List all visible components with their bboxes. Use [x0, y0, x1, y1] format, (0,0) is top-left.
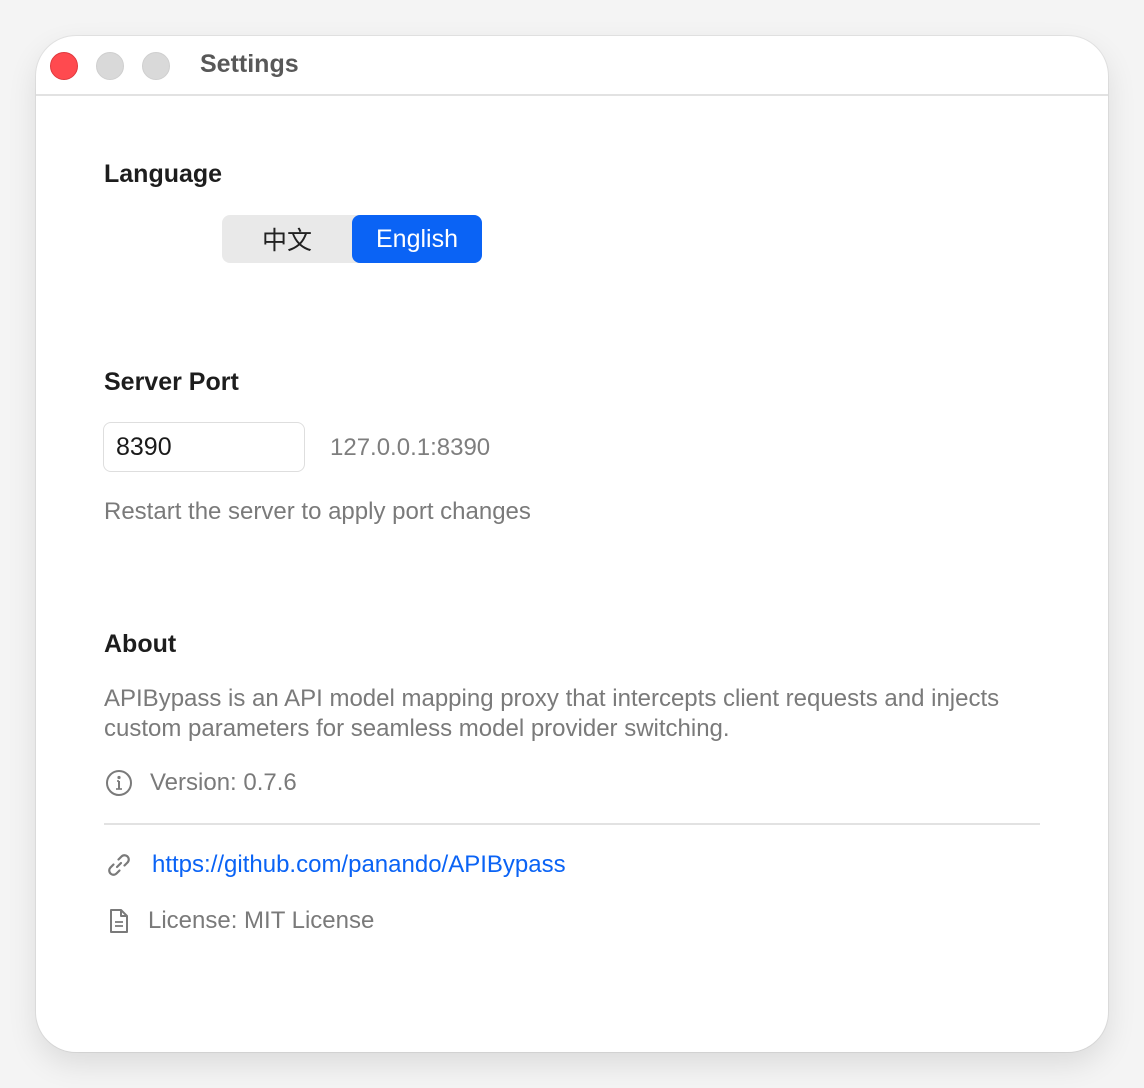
- github-link-row[interactable]: https://github.com/panando/APIBypass: [104, 850, 566, 880]
- version-text: Version: 0.7.6: [150, 769, 297, 796]
- about-description: APIBypass is an API model mapping proxy …: [104, 685, 1000, 742]
- language-option-chinese[interactable]: 中文: [222, 215, 352, 263]
- license-text: License: MIT License: [148, 907, 375, 934]
- zoom-button[interactable]: [142, 52, 170, 80]
- info-circle-icon: [104, 768, 134, 798]
- server-address: 127.0.0.1:8390: [330, 434, 491, 461]
- license-row: License: MIT License: [104, 906, 374, 936]
- title-bar: Settings: [36, 36, 1108, 96]
- link-icon: [104, 850, 134, 880]
- close-button[interactable]: [50, 52, 78, 80]
- settings-window: Settings Language 中文 English Server Port…: [36, 36, 1108, 1052]
- about-heading: About: [104, 630, 177, 658]
- server-port-heading: Server Port: [104, 368, 239, 396]
- github-link[interactable]: https://github.com/panando/APIBypass: [152, 851, 566, 879]
- minimize-button[interactable]: [96, 52, 124, 80]
- version-row: Version: 0.7.6: [104, 768, 297, 798]
- port-hint: Restart the server to apply port changes: [104, 498, 531, 525]
- document-icon: [104, 906, 134, 936]
- language-heading: Language: [104, 160, 223, 188]
- port-input[interactable]: [103, 422, 305, 472]
- divider: [104, 823, 1040, 825]
- language-option-english[interactable]: English: [352, 215, 482, 263]
- language-segmented-control: 中文 English: [222, 215, 482, 263]
- window-title: Settings: [200, 50, 299, 78]
